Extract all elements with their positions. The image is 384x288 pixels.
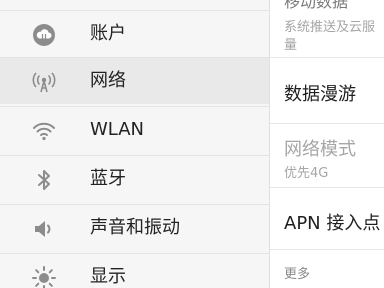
- sidebar-item-label: 账户: [90, 23, 126, 44]
- sidebar-item-label: 蓝牙: [90, 168, 126, 189]
- sidebar-item-network[interactable]: 网络: [0, 57, 269, 104]
- mobile-data-title: 移动数据: [284, 0, 349, 11]
- cloud-circle-icon: [30, 21, 58, 49]
- bluetooth-icon: [30, 166, 58, 194]
- brightness-icon: [30, 264, 58, 288]
- network-mode-row[interactable]: 网络模式 优先4G: [270, 124, 384, 188]
- sidebar-item-label: WLAN: [90, 119, 145, 140]
- network-detail-pane: 移动数据 系统推送及云服 量 数据漫游 网络模式 优先4G APN 接入点 更多: [270, 0, 384, 288]
- settings-sidebar: 账户 网络 WLAN 蓝牙 声音和振动 显示: [0, 0, 269, 288]
- apn-title: APN 接入点: [284, 213, 381, 234]
- mobile-data-subtitle: 系统推送及云服: [284, 20, 376, 35]
- sidebar-item-sound[interactable]: 声音和振动: [0, 204, 269, 251]
- sidebar-item-account[interactable]: 账户: [0, 10, 269, 57]
- wifi-icon: [30, 117, 58, 145]
- more-section-header: 更多: [284, 267, 311, 282]
- sidebar-item-label: 声音和振动: [90, 217, 180, 238]
- sidebar-item-label: 显示: [90, 266, 126, 287]
- settings-screen: 账户 网络 WLAN 蓝牙 声音和振动 显示 移动数据 系统推送及云服 量 数据…: [0, 0, 384, 288]
- apn-row[interactable]: APN 接入点: [270, 188, 384, 250]
- network-mode-title: 网络模式: [284, 139, 356, 160]
- network-mode-subtitle: 优先4G: [284, 166, 329, 181]
- speaker-icon: [30, 215, 58, 243]
- sidebar-item-label: 网络: [90, 70, 126, 91]
- sidebar-item-display[interactable]: 显示: [0, 253, 269, 288]
- mobile-data-row[interactable]: 移动数据 系统推送及云服 量: [270, 0, 384, 58]
- sidebar-item-wlan[interactable]: WLAN: [0, 106, 269, 153]
- broadcast-antenna-icon: [30, 68, 58, 96]
- data-roaming-title: 数据漫游: [284, 84, 356, 105]
- data-roaming-row[interactable]: 数据漫游: [270, 58, 384, 124]
- mobile-data-subtitle-cont: 量: [284, 38, 298, 53]
- sidebar-item-bluetooth[interactable]: 蓝牙: [0, 155, 269, 202]
